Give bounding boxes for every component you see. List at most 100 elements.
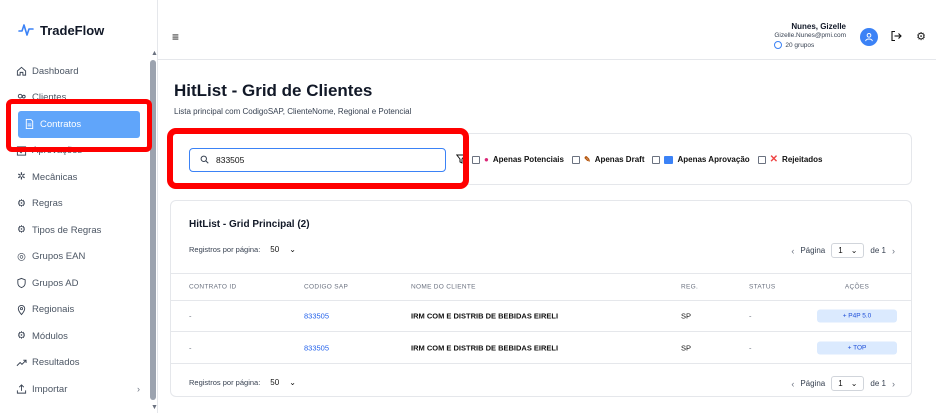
page-subtitle: Lista principal com CodigoSAP, ClienteNo…	[174, 107, 412, 116]
chevron-right-icon: ›	[137, 384, 140, 395]
next-page-icon[interactable]: ›	[892, 246, 895, 256]
checkbox[interactable]	[571, 155, 580, 164]
search-input[interactable]	[216, 155, 416, 165]
col-contrato-id[interactable]: CONTRATO ID	[189, 284, 236, 291]
check-rejeitados[interactable]: ✕ Rejeitados	[757, 154, 823, 165]
sidebar-item-dashboard[interactable]: Dashboard	[0, 58, 148, 85]
sidebar-item-regras[interactable]: ⚙ Regras	[0, 191, 148, 218]
checkbox[interactable]	[652, 155, 661, 164]
page-value: 1	[838, 246, 843, 255]
scroll-up-arrow-icon[interactable]: ▲	[151, 50, 158, 57]
potential-dot-icon: ●	[484, 155, 489, 164]
reg: SP	[681, 311, 692, 321]
brand[interactable]: TradeFlow	[18, 22, 104, 38]
table-row[interactable]: - 833505 IRM COM E DISTRIB DE BEBIDAS EI…	[171, 301, 911, 332]
search-box[interactable]	[189, 148, 446, 172]
chevron-down-icon: ⌄	[850, 379, 858, 388]
user-icon	[865, 32, 873, 42]
sidebar-item-clientes[interactable]: Clientes	[0, 85, 148, 112]
prev-page-icon[interactable]: ‹	[791, 379, 794, 389]
page-select[interactable]: 1 ⌄	[831, 243, 865, 258]
check-apenas-aprovacao[interactable]: Apenas Aprovação	[652, 155, 750, 164]
sidebar-item-importar[interactable]: Importar ›	[0, 376, 148, 403]
map-pin-icon	[16, 304, 27, 316]
sidebar-item-label: Regras	[32, 198, 63, 210]
avatar[interactable]	[860, 28, 878, 46]
sidebar-item-contratos[interactable]: Contratos	[18, 111, 140, 138]
user-info: Nunes, Gizelle Gizelle.Nunes@pmi.com 20 …	[774, 22, 846, 49]
main-content: HitList - Grid de Clientes Lista princip…	[158, 60, 936, 413]
prev-page-icon[interactable]: ‹	[791, 246, 794, 256]
per-page-label: Registros por página:	[189, 245, 261, 254]
col-status[interactable]: STATUS	[749, 284, 775, 291]
col-reg[interactable]: REG.	[681, 284, 698, 291]
pager-footer: ‹ Página 1 ⌄ de 1 ›	[791, 376, 895, 391]
per-page-select[interactable]: 50 ⌄	[266, 243, 300, 256]
trend-icon	[16, 357, 27, 368]
col-codigo-sap[interactable]: CODIGO SAP	[304, 284, 348, 291]
page-label: Página	[800, 379, 826, 388]
codigo-sap-link[interactable]: 833505	[304, 344, 329, 353]
per-page-select[interactable]: 50 ⌄	[266, 376, 300, 389]
reg: SP	[681, 343, 692, 353]
check-apenas-potenciais[interactable]: ● Apenas Potenciais	[472, 155, 564, 164]
search-icon	[200, 155, 209, 166]
shield-icon	[16, 278, 27, 289]
col-nome-cliente[interactable]: NOME DO CLIENTE	[411, 284, 476, 291]
add-top-button[interactable]: + TOP	[817, 341, 897, 355]
table-header: CONTRATO ID CODIGO SAP NOME DO CLIENTE R…	[171, 273, 911, 301]
home-icon	[16, 66, 27, 77]
table-row[interactable]: - 833505 IRM COM E DISTRIB DE BEBIDAS EI…	[171, 333, 911, 364]
user-email: Gizelle.Nunes@pmi.com	[774, 32, 846, 39]
pencil-icon: ✎	[583, 155, 591, 164]
codigo-sap-link[interactable]: 833505	[304, 312, 329, 321]
sidebar-item-label: Mecânicas	[32, 171, 78, 183]
sidebar-item-label: Aprovações	[32, 145, 83, 157]
cog-icon: ✲	[17, 171, 26, 183]
approval-square-icon	[664, 155, 674, 164]
checkbox[interactable]	[472, 155, 480, 164]
per-page-value: 50	[270, 378, 280, 387]
status: -	[749, 343, 752, 353]
page-title: HitList - Grid de Clientes	[174, 81, 373, 100]
settings-icon[interactable]: ⚙	[916, 30, 926, 43]
sidebar-item-grupos-ean[interactable]: ◎ Grupos EAN	[0, 244, 148, 271]
next-page-icon[interactable]: ›	[892, 379, 895, 389]
check-label: Rejeitados	[782, 155, 823, 164]
sidebar-item-mecanicas[interactable]: ✲ Mecânicas	[0, 164, 148, 191]
filter-icon[interactable]	[455, 154, 467, 167]
groups-label: 20 grupos	[785, 41, 815, 49]
sidebar-item-tipos-de-regras[interactable]: ⚙ Tipos de Regras	[0, 217, 148, 244]
add-p4p-button[interactable]: + P4P 5.0	[817, 309, 897, 323]
check-apenas-draft[interactable]: ✎ Apenas Draft	[571, 155, 645, 164]
sidebar-item-grupos-ad[interactable]: Grupos AD	[0, 270, 148, 297]
sidebar-item-regionais[interactable]: Regionais	[0, 297, 148, 324]
sidebar-item-aprovacoes[interactable]: Aprovações	[0, 138, 148, 165]
gear-icon: ⚙	[17, 198, 26, 210]
check-label: Apenas Aprovação	[677, 155, 750, 164]
page-value: 1	[838, 379, 843, 388]
menu-icon[interactable]: ≡	[172, 30, 179, 44]
chevron-down-icon: ⌄	[850, 246, 858, 255]
sidebar-item-label: Importar	[32, 383, 68, 395]
checkbox[interactable]	[757, 155, 766, 164]
reject-x-icon: ✕	[769, 154, 779, 165]
sidebar-item-modulos[interactable]: ⚙ Módulos	[0, 323, 148, 350]
target-icon: ◎	[17, 251, 26, 263]
brand-name: TradeFlow	[40, 22, 105, 38]
upload-icon	[16, 384, 27, 395]
per-page-label: Registros por página:	[189, 378, 261, 387]
pager: ‹ Página 1 ⌄ de 1 ›	[791, 243, 895, 258]
contrato-id: -	[189, 343, 192, 353]
sidebar-item-resultados[interactable]: Resultados	[0, 350, 148, 377]
status: -	[749, 311, 752, 321]
sidebar-scrollbar[interactable]	[150, 60, 156, 400]
users-icon	[16, 92, 27, 103]
user-groups[interactable]: 20 grupos	[774, 41, 846, 49]
logout-icon[interactable]	[890, 30, 902, 45]
page-select[interactable]: 1 ⌄	[831, 376, 865, 391]
document-icon	[24, 119, 35, 130]
check-label: Apenas Draft	[594, 155, 645, 164]
scroll-down-arrow-icon[interactable]: ▼	[151, 404, 158, 411]
check-square-icon	[16, 145, 27, 156]
